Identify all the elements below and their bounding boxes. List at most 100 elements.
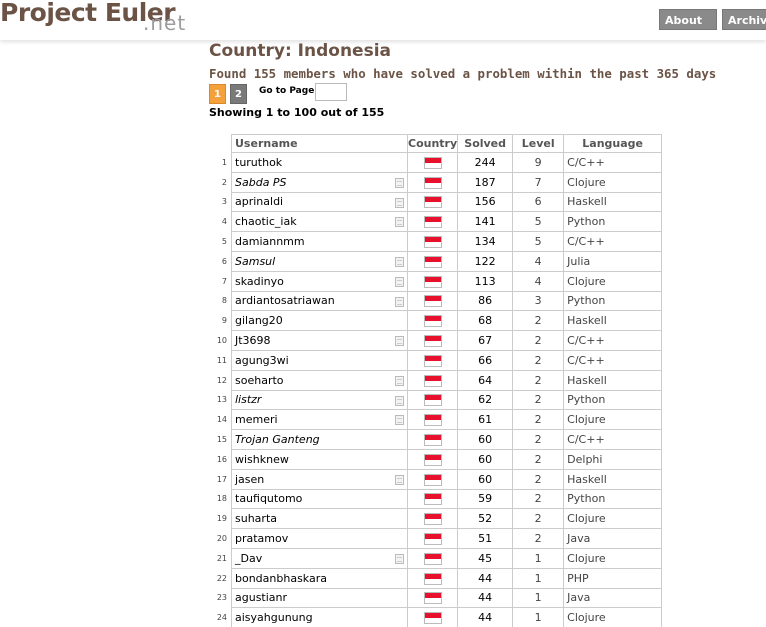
username-link[interactable]: aisyahgunung bbox=[235, 611, 313, 624]
nav-archives-button[interactable]: Archives bbox=[722, 9, 766, 30]
level-cell: 7 bbox=[513, 172, 564, 192]
level-cell: 2 bbox=[513, 350, 564, 370]
username-link[interactable]: Sabda PS bbox=[235, 176, 287, 189]
username-link[interactable]: aprinaldi bbox=[235, 195, 283, 208]
country-cell bbox=[408, 449, 458, 469]
username-link[interactable]: agustianr bbox=[235, 591, 287, 604]
username-cell: Trojan Ganteng bbox=[232, 430, 408, 450]
rank-cell: 12 bbox=[210, 370, 232, 390]
username-link[interactable]: memeri bbox=[235, 413, 278, 426]
country-cell bbox=[408, 548, 458, 568]
username-link[interactable]: turuthok bbox=[235, 156, 282, 169]
profile-page-icon[interactable] bbox=[395, 277, 404, 287]
page-2-button[interactable]: 2 bbox=[230, 84, 247, 104]
username-cell: turuthok bbox=[232, 153, 408, 173]
indonesia-flag-icon bbox=[424, 454, 442, 466]
profile-page-icon[interactable] bbox=[395, 198, 404, 208]
solved-cell: 44 bbox=[458, 568, 513, 588]
country-cell bbox=[408, 331, 458, 351]
indonesia-flag-icon bbox=[424, 157, 442, 169]
username-link[interactable]: agung3wi bbox=[235, 354, 289, 367]
members-table: Username Country Solved Level Language 1… bbox=[210, 134, 662, 627]
profile-page-icon[interactable] bbox=[395, 554, 404, 564]
rank-cell: 21 bbox=[210, 548, 232, 568]
username-cell: agustianr bbox=[232, 588, 408, 608]
rank-cell: 20 bbox=[210, 529, 232, 549]
table-row: 20pratamov512Java bbox=[210, 529, 662, 549]
username-cell: Sabda PS bbox=[232, 172, 408, 192]
username-link[interactable]: skadinyo bbox=[235, 275, 284, 288]
rank-cell: 7 bbox=[210, 271, 232, 291]
country-cell bbox=[408, 469, 458, 489]
indonesia-flag-icon bbox=[424, 335, 442, 347]
username-link[interactable]: taufiqutomo bbox=[235, 492, 302, 505]
username-cell: _Dav bbox=[232, 548, 408, 568]
username-link[interactable]: listzr bbox=[235, 393, 261, 406]
profile-page-icon[interactable] bbox=[395, 475, 404, 485]
level-cell: 1 bbox=[513, 588, 564, 608]
logo-tld: .net bbox=[143, 11, 186, 35]
solved-cell: 64 bbox=[458, 370, 513, 390]
username-link[interactable]: Samsul bbox=[235, 255, 275, 268]
username-link[interactable]: bondanbhaskara bbox=[235, 572, 327, 585]
solved-cell: 86 bbox=[458, 291, 513, 311]
username-link[interactable]: Jt3698 bbox=[235, 334, 271, 347]
solved-cell: 44 bbox=[458, 588, 513, 608]
solved-cell: 113 bbox=[458, 271, 513, 291]
solved-cell: 61 bbox=[458, 410, 513, 430]
username-link[interactable]: gilang20 bbox=[235, 314, 283, 327]
level-cell: 2 bbox=[513, 489, 564, 509]
country-cell bbox=[408, 410, 458, 430]
username-link[interactable]: chaotic_iak bbox=[235, 215, 297, 228]
username-cell: taufiqutomo bbox=[232, 489, 408, 509]
rank-cell: 2 bbox=[210, 172, 232, 192]
language-cell: Haskell bbox=[564, 192, 662, 212]
table-row: 1turuthok2449C/C++ bbox=[210, 153, 662, 173]
solved-cell: 44 bbox=[458, 608, 513, 627]
level-cell: 6 bbox=[513, 192, 564, 212]
profile-page-icon[interactable] bbox=[395, 336, 404, 346]
country-cell bbox=[408, 529, 458, 549]
profile-page-icon[interactable] bbox=[395, 376, 404, 386]
username-link[interactable]: wishknew bbox=[235, 453, 289, 466]
language-cell: Python bbox=[564, 291, 662, 311]
solved-cell: 66 bbox=[458, 350, 513, 370]
table-row: 14memeri612Clojure bbox=[210, 410, 662, 430]
profile-page-icon[interactable] bbox=[395, 415, 404, 425]
username-link[interactable]: jasen bbox=[235, 473, 264, 486]
username-link[interactable]: soeharto bbox=[235, 374, 284, 387]
indonesia-flag-icon bbox=[424, 513, 442, 525]
country-cell bbox=[408, 370, 458, 390]
table-header-row: Username Country Solved Level Language bbox=[210, 135, 662, 153]
profile-page-icon[interactable] bbox=[395, 217, 404, 227]
language-cell: Python bbox=[564, 212, 662, 232]
page-1-button[interactable]: 1 bbox=[209, 84, 226, 104]
username-link[interactable]: Trojan Ganteng bbox=[235, 433, 320, 446]
username-link[interactable]: suharta bbox=[235, 512, 277, 525]
table-row: 4chaotic_iak1415Python bbox=[210, 212, 662, 232]
rank-cell: 22 bbox=[210, 568, 232, 588]
language-cell: Python bbox=[564, 390, 662, 410]
solved-cell: 60 bbox=[458, 469, 513, 489]
goto-page-input[interactable] bbox=[315, 83, 347, 101]
username-link[interactable]: ardiantosatriawan bbox=[235, 294, 335, 307]
profile-page-icon[interactable] bbox=[395, 396, 404, 406]
indonesia-flag-icon bbox=[424, 276, 442, 288]
nav-about-button[interactable]: About bbox=[659, 9, 717, 30]
username-link[interactable]: damiannmm bbox=[235, 235, 305, 248]
username-cell: aisyahgunung bbox=[232, 608, 408, 627]
profile-page-icon[interactable] bbox=[395, 178, 404, 188]
rank-cell: 11 bbox=[210, 350, 232, 370]
profile-page-icon[interactable] bbox=[395, 257, 404, 267]
username-cell: chaotic_iak bbox=[232, 212, 408, 232]
profile-page-icon[interactable] bbox=[395, 297, 404, 307]
language-cell: C/C++ bbox=[564, 350, 662, 370]
table-row: 3aprinaldi1566Haskell bbox=[210, 192, 662, 212]
indonesia-flag-icon bbox=[424, 474, 442, 486]
username-link[interactable]: _Dav bbox=[235, 552, 262, 565]
indonesia-flag-icon bbox=[424, 216, 442, 228]
language-cell: Clojure bbox=[564, 172, 662, 192]
table-row: 2Sabda PS1877Clojure bbox=[210, 172, 662, 192]
country-cell bbox=[408, 568, 458, 588]
username-link[interactable]: pratamov bbox=[235, 532, 288, 545]
